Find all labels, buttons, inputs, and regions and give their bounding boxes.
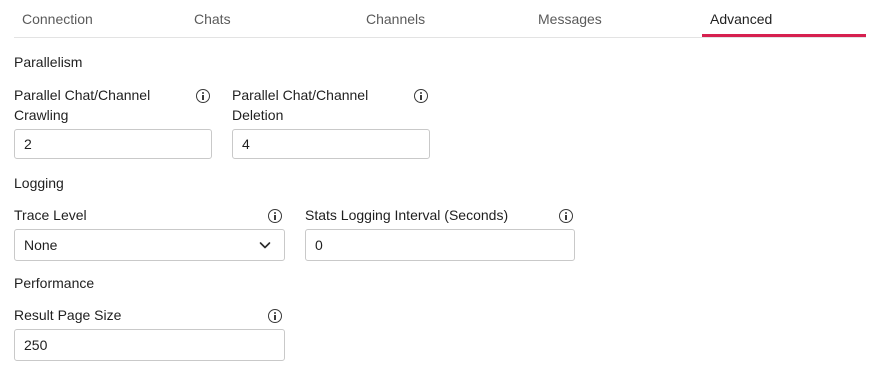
page-size-input[interactable] — [14, 329, 285, 361]
tab-advanced[interactable]: Advanced — [710, 0, 772, 37]
tab-bar: Connection Chats Channels Messages Advan… — [14, 0, 866, 38]
info-icon[interactable] — [559, 209, 573, 223]
parallel-crawling-label: Parallel Chat/Channel Crawling — [14, 87, 151, 123]
stats-interval-input[interactable] — [305, 229, 575, 261]
section-title-performance: Performance — [14, 275, 95, 291]
chevron-down-icon — [259, 242, 271, 249]
parallel-deletion-input[interactable] — [232, 129, 430, 159]
info-icon[interactable] — [196, 89, 210, 103]
trace-level-label: Trace Level — [14, 207, 87, 223]
trace-level-select[interactable]: None — [14, 229, 285, 261]
info-icon[interactable] — [268, 209, 282, 223]
parallel-deletion-label: Parallel Chat/Channel Deletion — [232, 87, 369, 123]
info-icon[interactable] — [268, 309, 282, 323]
section-title-parallelism: Parallelism — [14, 54, 83, 70]
parallel-crawling-input[interactable] — [14, 129, 212, 159]
section-title-logging: Logging — [14, 175, 64, 191]
active-tab-indicator — [702, 34, 866, 37]
page-size-label: Result Page Size — [14, 307, 122, 323]
trace-level-selected-value: None — [24, 237, 58, 253]
stats-interval-label: Stats Logging Interval (Seconds) — [305, 207, 509, 223]
tab-messages[interactable]: Messages — [538, 0, 602, 37]
tab-chats[interactable]: Chats — [194, 0, 231, 37]
tab-connection[interactable]: Connection — [22, 0, 93, 37]
tab-channels[interactable]: Channels — [366, 0, 425, 37]
info-icon[interactable] — [414, 89, 428, 103]
